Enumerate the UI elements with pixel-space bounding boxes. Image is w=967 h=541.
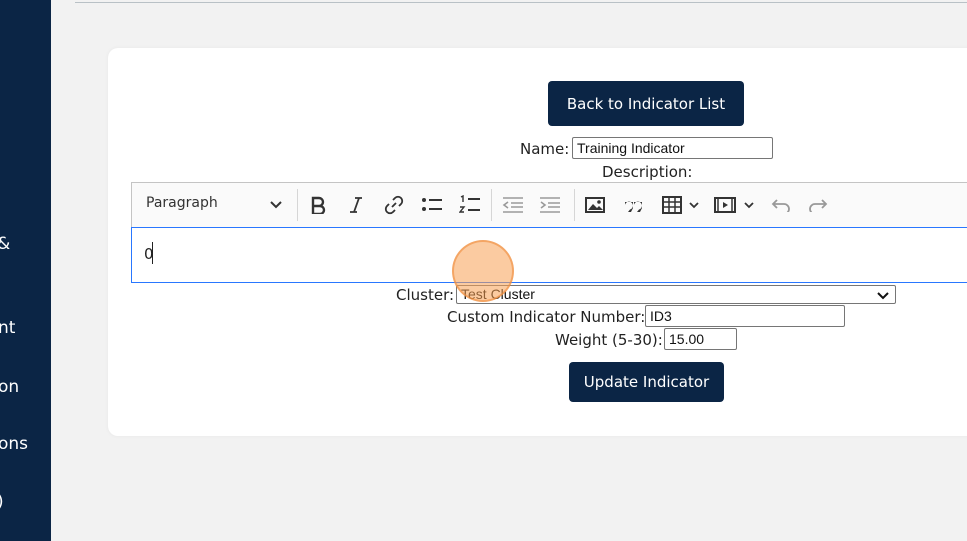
blockquote-icon[interactable] (620, 191, 646, 219)
sidebar-item-label[interactable]: ) (0, 492, 4, 512)
undo-icon[interactable] (768, 191, 794, 219)
italic-icon[interactable] (343, 191, 369, 219)
redo-icon[interactable] (805, 191, 831, 219)
toolbar-separator (297, 189, 298, 221)
indent-icon[interactable] (537, 191, 563, 219)
sidebar-item-label[interactable]: & (0, 234, 10, 254)
chevron-down-icon[interactable] (266, 191, 286, 219)
description-label: Description: (602, 163, 693, 181)
chevron-down-icon (877, 287, 889, 304)
description-editor[interactable]: 0 (131, 227, 967, 283)
cluster-label: Cluster: (396, 286, 455, 304)
bold-icon[interactable] (305, 191, 331, 219)
chevron-down-icon[interactable] (741, 191, 757, 219)
header-divider (75, 0, 967, 3)
chevron-down-icon[interactable] (686, 191, 702, 219)
numbered-list-icon[interactable] (457, 191, 483, 219)
cluster-select[interactable]: Test Cluster (456, 285, 896, 304)
weight-label: Weight (5-30): (555, 331, 663, 349)
paragraph-style-dropdown[interactable]: Paragraph (146, 195, 218, 211)
outdent-icon[interactable] (500, 191, 526, 219)
text-caret (152, 242, 153, 264)
sidebar-item-label[interactable]: on (0, 377, 19, 397)
update-indicator-button[interactable]: Update Indicator (569, 362, 724, 402)
toolbar-separator (491, 189, 492, 221)
table-icon[interactable] (659, 191, 685, 219)
toolbar-separator (574, 189, 575, 221)
link-icon[interactable] (381, 191, 407, 219)
editor-toolbar: Paragraph (131, 182, 967, 227)
back-to-indicator-list-button[interactable]: Back to Indicator List (548, 81, 744, 126)
sidebar-item-label[interactable]: nt (0, 318, 15, 338)
custom-indicator-number-input[interactable] (645, 305, 845, 327)
cluster-select-value: Test Cluster (461, 286, 535, 302)
sidebar: & nt on ons ) (0, 0, 51, 541)
media-icon[interactable] (712, 191, 738, 219)
weight-input[interactable] (664, 328, 737, 350)
image-icon[interactable] (582, 191, 608, 219)
name-input[interactable] (572, 137, 773, 159)
custom-indicator-number-label: Custom Indicator Number: (447, 308, 646, 326)
sidebar-item-label[interactable]: ons (0, 434, 28, 454)
bulleted-list-icon[interactable] (419, 191, 445, 219)
name-label: Name: (520, 140, 570, 158)
